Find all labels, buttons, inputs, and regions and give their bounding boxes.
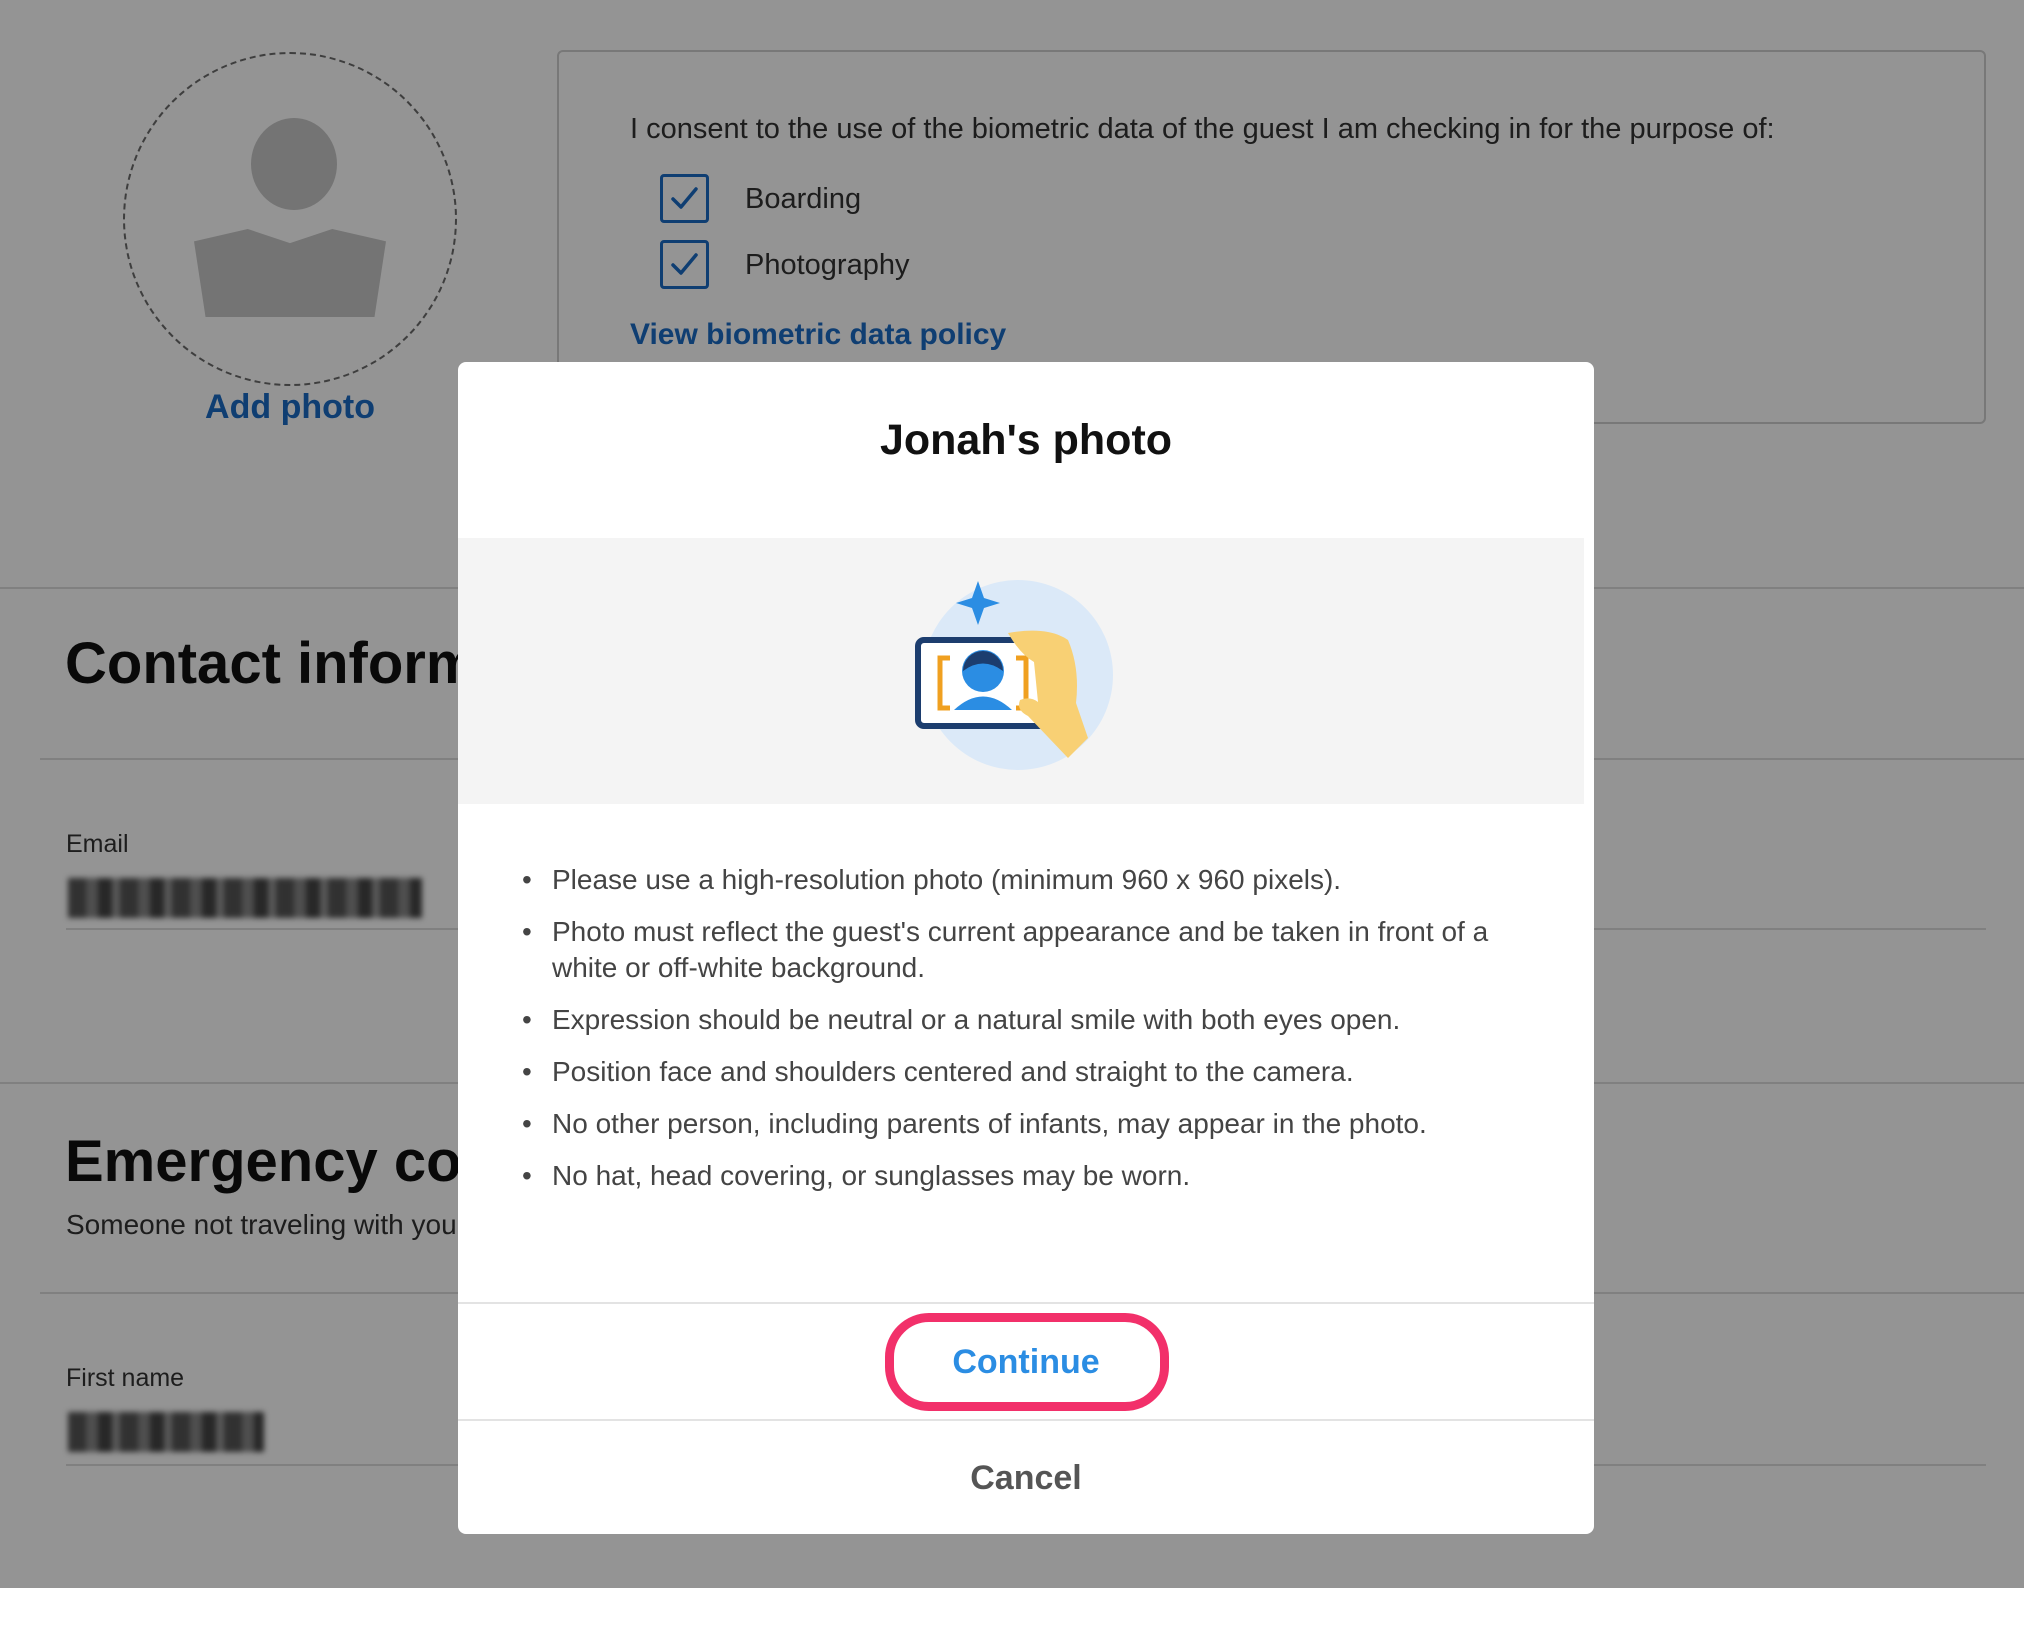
- selfie-camera-icon: [915, 580, 1113, 770]
- photo-guidelines-list: • Please use a high-resolution photo (min…: [520, 862, 1540, 1210]
- list-item: • Expression should be neutral or a natur…: [522, 1004, 1401, 1035]
- list-item: • Photo must reflect the guest's current …: [522, 916, 1489, 983]
- modal-divider: [458, 1419, 1594, 1421]
- cancel-button[interactable]: Cancel: [458, 1454, 1594, 1502]
- list-item: • Please use a high-resolution photo (min…: [522, 864, 1342, 895]
- continue-button[interactable]: Continue: [458, 1328, 1594, 1396]
- modal-title: Jonah's photo: [879, 416, 1173, 464]
- photo-guidelines-modal: Jonah's photo • Please use a high-resolut…: [458, 362, 1594, 1534]
- list-item: • No other person, including parents of i…: [522, 1108, 1427, 1139]
- illustration-banner: [458, 538, 1584, 804]
- modal-divider: [458, 1302, 1594, 1304]
- list-item: • Position face and shoulders centered an…: [522, 1056, 1354, 1087]
- list-item: • No hat, head covering, or sunglasses ma…: [522, 1160, 1191, 1191]
